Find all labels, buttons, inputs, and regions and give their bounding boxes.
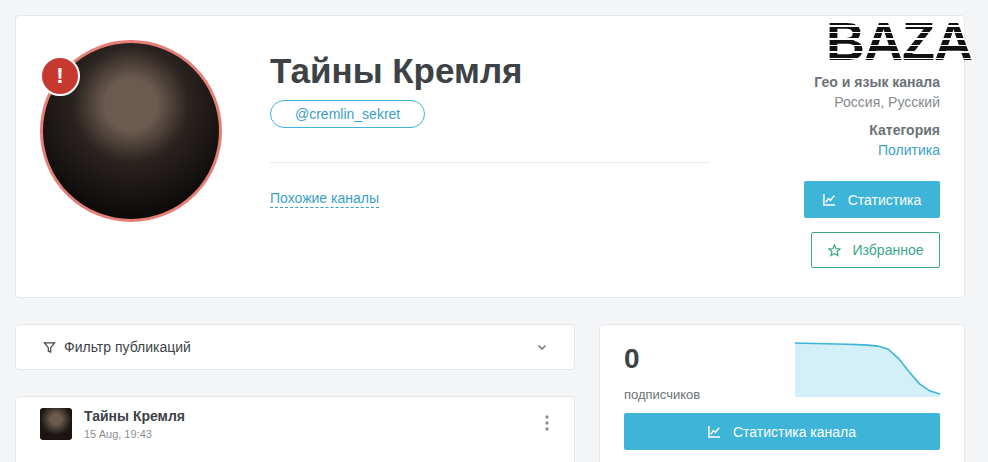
- info-label: Гео и язык канала: [814, 74, 940, 90]
- more-icon[interactable]: [544, 414, 550, 432]
- channel-card: ! Тайны Кремля @cremlin_sekret Похожие к…: [15, 15, 965, 298]
- stats-button[interactable]: Статистика: [804, 181, 940, 218]
- channel-stats-button[interactable]: Статистика канала: [624, 413, 940, 450]
- funnel-icon: [43, 341, 56, 354]
- watermark-logo: BAZA: [826, 14, 972, 68]
- channel-handle[interactable]: @cremlin_sekret: [270, 100, 425, 128]
- warning-badge: !: [40, 56, 80, 96]
- favorite-button[interactable]: Избранное: [811, 232, 940, 268]
- post-card: Тайны Кремля 15 Aug, 19:43: [15, 396, 575, 462]
- star-icon: [828, 244, 841, 257]
- chart-icon: [823, 193, 836, 206]
- subscribers-summary: 0 подписчиков: [624, 341, 940, 402]
- channel-info: Гео и язык канала Россия, Русский Категор…: [710, 40, 940, 273]
- post-time: 15 Aug, 19:43: [84, 428, 532, 440]
- subscribers-count: 0: [624, 343, 700, 375]
- info-item: Гео и язык канала Россия, Русский: [814, 74, 940, 110]
- subscribers-card: 0 подписчиков Статистика канала: [599, 324, 965, 462]
- filter-bar[interactable]: Фильтр публикаций: [15, 324, 575, 370]
- info-value: Россия, Русский: [814, 94, 940, 110]
- channel-main: Тайны Кремля @cremlin_sekret Похожие кан…: [270, 40, 710, 273]
- filter-label: Фильтр публикаций: [64, 339, 528, 355]
- channel-title: Тайны Кремля: [270, 50, 523, 92]
- subscribers-label: подписчиков: [624, 387, 700, 402]
- info-label: Категория: [869, 122, 940, 138]
- page: BAZA ! Тайны Кремля @cremlin_sekret Похо…: [0, 0, 988, 462]
- info-value[interactable]: Политика: [869, 142, 940, 158]
- info-item: Категория Политика: [869, 122, 940, 158]
- divider: [270, 162, 710, 163]
- bottom-row: Фильтр публикаций Тайны Кремля 15 Aug, 1…: [15, 324, 965, 462]
- subscribers-text: 0 подписчиков: [624, 341, 700, 402]
- chart-icon: [708, 425, 721, 438]
- post-avatar: [40, 408, 72, 440]
- similar-channels-link[interactable]: Похожие каналы: [270, 190, 379, 208]
- channel-avatar[interactable]: !: [40, 40, 222, 222]
- chart-area: [795, 343, 940, 397]
- subscribers-chart: [795, 341, 940, 397]
- posts-column: Фильтр публикаций Тайны Кремля 15 Aug, 1…: [15, 324, 575, 462]
- post-channel: Тайны Кремля: [84, 408, 532, 424]
- chevron-down-icon: [536, 341, 548, 353]
- chart-line: [795, 343, 940, 394]
- post-meta: Тайны Кремля 15 Aug, 19:43: [84, 408, 532, 440]
